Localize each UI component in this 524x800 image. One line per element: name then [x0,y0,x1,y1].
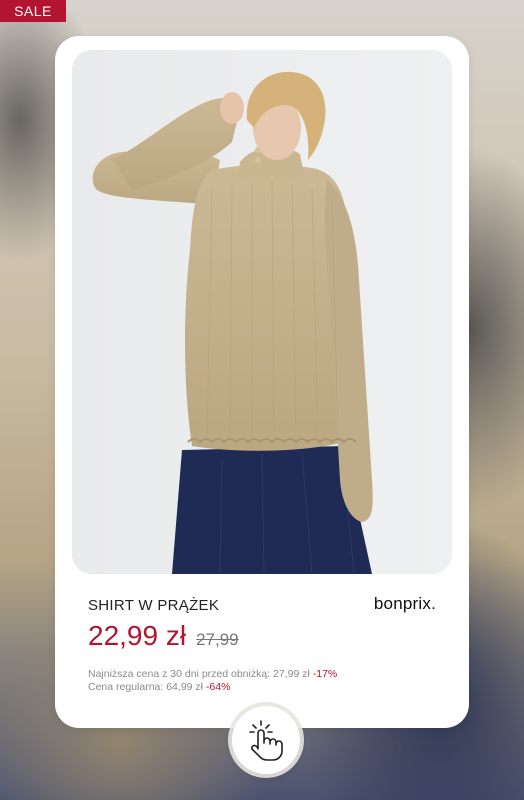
brand-logo: bonprix. [373,594,436,613]
current-price: 22,99 zł [88,620,187,651]
lowest-price-discount: -17% [312,668,338,680]
old-price: 27,99 [196,630,239,649]
regular-price-info: Cena regularna: 64,99 zł -64% [88,681,230,693]
product-card[interactable]: SHIRT W PRĄŻEK bonprix. 22,99 zł 27,99 N… [55,36,469,728]
tap-button[interactable] [232,706,300,774]
hand-tap-icon [249,720,283,761]
lowest-price-info: Najniższa cena z 30 dni przed obniżką: 2… [88,668,337,680]
product-photo-illustration [72,50,452,574]
regular-price-text: Cena regularna: 64,99 zł [88,681,203,693]
sale-badge-label: SALE [14,3,52,19]
price-row: 22,99 zł 27,99 [88,620,239,652]
regular-price-discount: -64% [205,681,231,693]
product-photo[interactable] [72,50,452,574]
lowest-price-text: Najniższa cena z 30 dni przed obniżką: 2… [88,668,310,680]
sale-badge: SALE [0,0,66,22]
product-name: SHIRT W PRĄŻEK [88,597,220,614]
